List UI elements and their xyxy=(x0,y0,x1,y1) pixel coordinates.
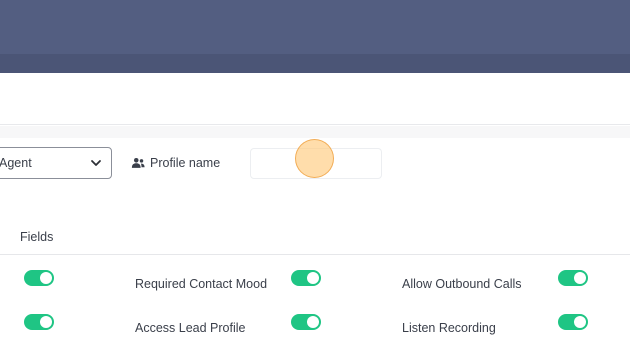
toggle-knob xyxy=(574,316,586,328)
profile-name-label: Profile name xyxy=(150,156,221,170)
role-select-value: Agent xyxy=(0,156,32,170)
toggle-access-lead-profile[interactable] xyxy=(291,314,321,330)
profile-name-label-group: Profile name xyxy=(131,154,220,172)
page: Agent Profile name Fields Required Conta… xyxy=(0,0,630,354)
perm-label-allow-outbound-calls: Allow Outbound Calls xyxy=(402,277,522,291)
perm-label-required-contact-mood: Required Contact Mood xyxy=(135,277,268,291)
toggle-row1-col1[interactable] xyxy=(24,270,54,286)
toggle-knob xyxy=(307,316,319,328)
toggle-required-contact-mood[interactable] xyxy=(291,270,321,286)
top-navbar xyxy=(0,0,630,54)
toggle-listen-recording[interactable] xyxy=(558,314,588,330)
users-icon xyxy=(131,158,145,168)
toolbar-area xyxy=(0,73,630,125)
fields-heading: Fields xyxy=(20,230,54,244)
toggle-knob xyxy=(574,272,586,284)
toggle-allow-outbound-calls[interactable] xyxy=(558,270,588,286)
section-gap xyxy=(0,126,630,138)
toggle-knob xyxy=(40,316,52,328)
perm-label-listen-recording: Listen Recording xyxy=(402,321,496,335)
divider xyxy=(0,254,630,255)
navbar-sub-strip xyxy=(0,54,630,73)
toggle-row2-col1[interactable] xyxy=(24,314,54,330)
perm-label-access-lead-profile: Access Lead Profile xyxy=(135,321,246,335)
role-select[interactable]: Agent xyxy=(0,147,112,179)
toggle-knob xyxy=(40,272,52,284)
chevron-down-icon xyxy=(91,160,101,166)
toggle-knob xyxy=(307,272,319,284)
cursor-highlight xyxy=(295,139,334,178)
